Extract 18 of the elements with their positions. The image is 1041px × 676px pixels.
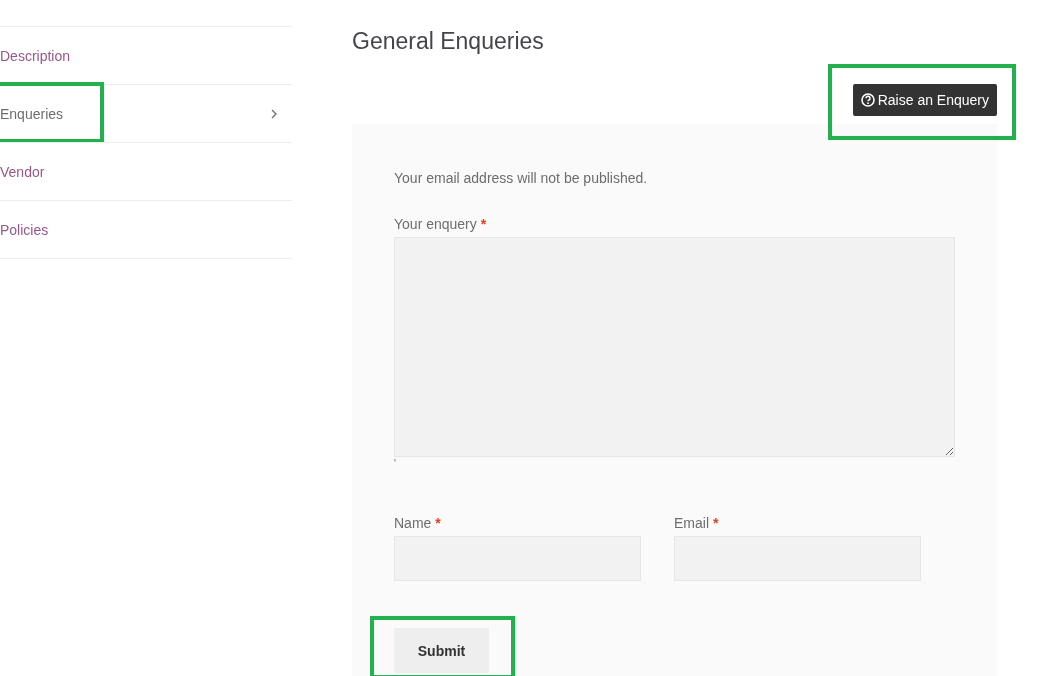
field-label: Email: [674, 515, 709, 531]
sidebar-tab[interactable]: Policies: [0, 221, 49, 238]
help-icon: [860, 93, 875, 107]
enquiry-textarea[interactable]: [394, 237, 955, 457]
field-label: Your enquery: [394, 216, 477, 232]
sidebar-tab[interactable]: Enqueries: [0, 105, 64, 122]
required-mark: *: [435, 515, 441, 531]
notice-text: Your email address will not be published.: [394, 170, 649, 186]
section-heading: General Enqueries: [352, 28, 545, 56]
field-label: Name: [394, 515, 432, 531]
sidebar-tab[interactable]: Description: [0, 47, 71, 64]
raise-enquiry-button[interactable]: Raise an Enquery: [852, 84, 997, 116]
sidebar-tab[interactable]: Vendor: [0, 163, 45, 180]
chevron-right-icon: [271, 108, 277, 119]
required-mark: *: [480, 216, 487, 232]
note-mark: ': [394, 457, 397, 471]
required-mark: *: [712, 515, 719, 531]
submit-button[interactable]: Submit: [394, 628, 489, 673]
